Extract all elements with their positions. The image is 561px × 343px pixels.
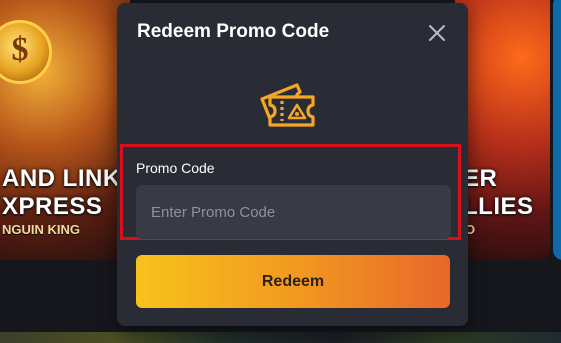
game-tile-left-title-line1: AND LINK <box>2 165 121 192</box>
redeem-promo-modal: Redeem Promo Code Promo Code Redeem <box>117 3 468 326</box>
game-tile-left[interactable] <box>0 0 130 260</box>
game-tile-left-title-line2: XPRESS <box>2 193 103 220</box>
close-icon <box>429 25 445 41</box>
coin-icon <box>0 20 52 84</box>
promo-code-label: Promo Code <box>136 160 215 176</box>
game-tile-right-title: ER LLIES <box>463 165 534 221</box>
game-tile-left-subtitle: NGUIN KING <box>2 222 80 237</box>
game-tile-left-title: AND LINK XPRESS <box>2 165 121 221</box>
game-tile-right-title-line2: LLIES <box>463 193 534 220</box>
game-tiles-bottom-row <box>0 332 561 343</box>
close-button[interactable] <box>423 19 451 47</box>
promo-code-input[interactable] <box>136 185 451 239</box>
game-tile-right[interactable] <box>455 0 550 260</box>
game-tile-far-right[interactable] <box>553 0 561 260</box>
ticket-icon <box>260 83 315 127</box>
game-tile-right-title-line1: ER <box>463 165 498 192</box>
modal-title: Redeem Promo Code <box>137 21 330 42</box>
redeem-button[interactable]: Redeem <box>136 255 450 308</box>
